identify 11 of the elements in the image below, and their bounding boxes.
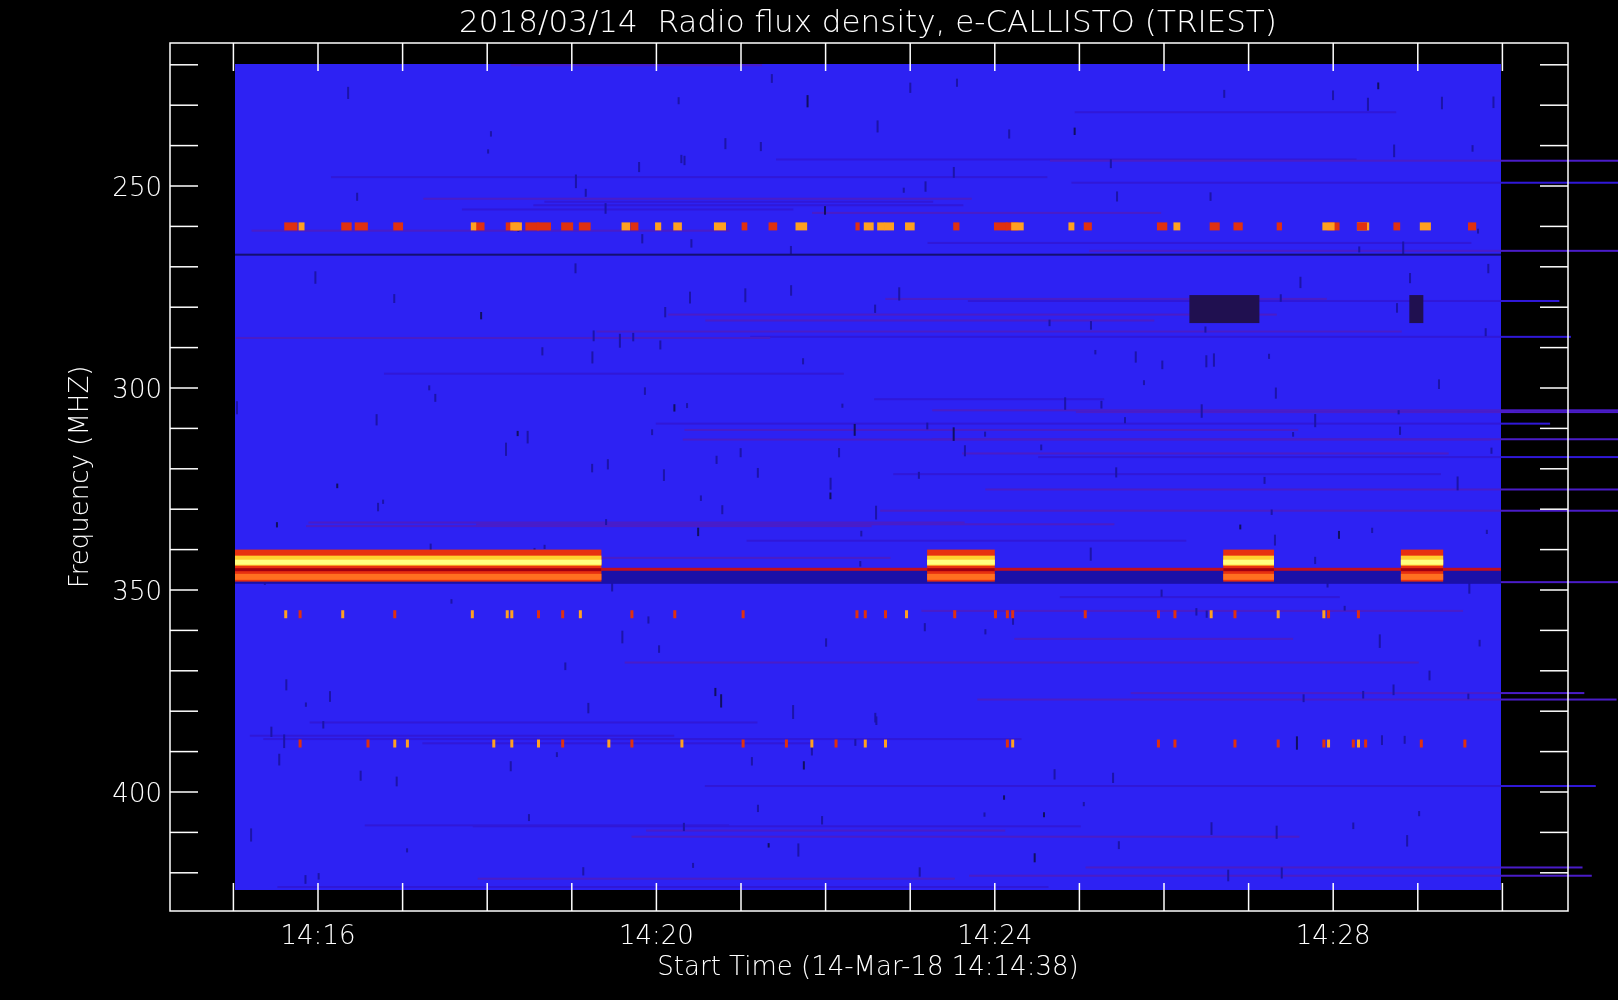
- y-tick-label: 350: [112, 576, 162, 606]
- y-tick-label: 400: [112, 778, 162, 808]
- x-tick-label: 14:20: [618, 920, 694, 950]
- y-tick-label: 250: [112, 172, 162, 202]
- y-tick-label: 300: [112, 374, 162, 404]
- x-tick-label: 14:28: [1295, 920, 1371, 950]
- x-tick-label: 14:16: [280, 920, 356, 950]
- x-tick-label: 14:24: [957, 920, 1033, 950]
- chart-title: 2018/03/14 Radio flux density, e-CALLISTO (TRIEST): [459, 3, 1277, 39]
- y-axis-label: Frequency (MHZ): [64, 365, 94, 589]
- x-axis-label: Start Time (14-Mar-18 14:14:38): [657, 951, 1079, 981]
